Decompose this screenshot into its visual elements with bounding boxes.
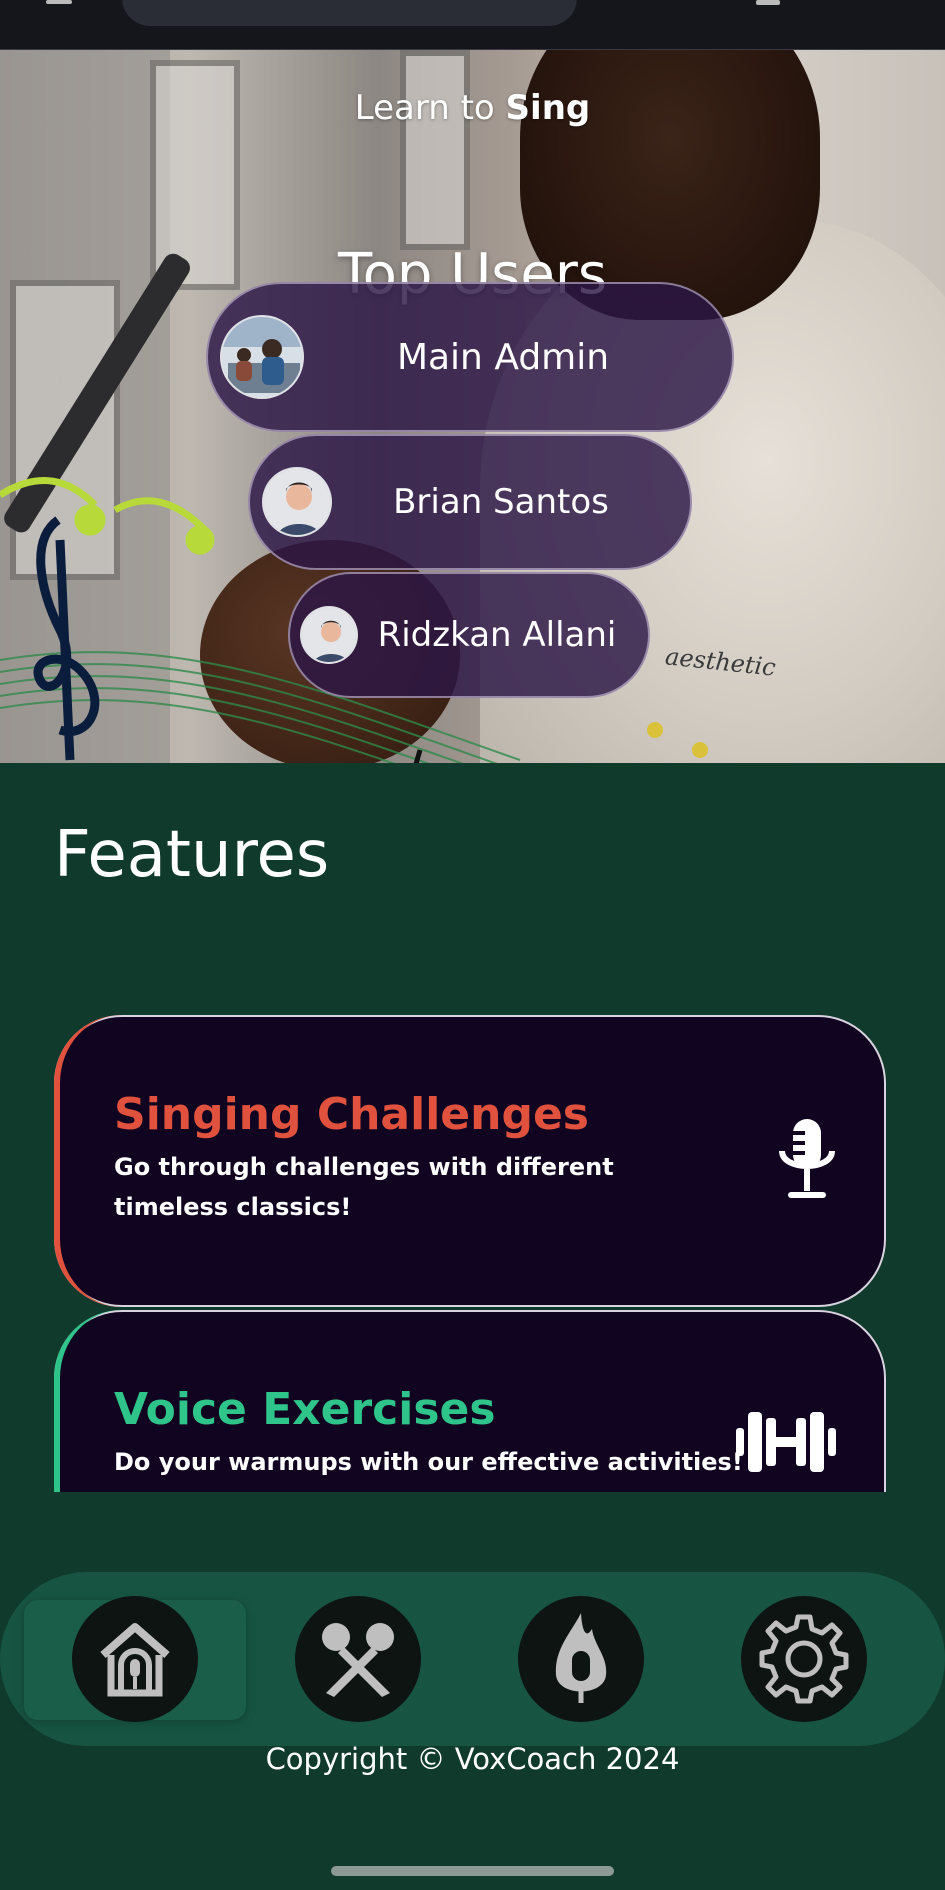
card-description: Go through challenges with different tim…: [114, 1153, 614, 1221]
menu-icon[interactable]: [46, 0, 72, 4]
hero-section: aesthetic Learn to Sing Top Users Main A…: [0, 50, 945, 763]
card-description: Do your warmups with our effective activ…: [114, 1448, 743, 1476]
dumbbell-icon: [736, 1406, 836, 1482]
features-title: Features: [54, 818, 330, 892]
browser-top-bar: [0, 0, 945, 50]
tagline-emphasis: Sing: [505, 88, 591, 128]
tagline: Learn to Sing: [0, 88, 945, 128]
home-icon: [100, 1623, 170, 1697]
avatar: [220, 315, 304, 399]
overflow-icon[interactable]: [756, 0, 780, 5]
features-list[interactable]: Singing Challenges Go through challenges…: [0, 1010, 945, 1492]
nav-perform-button[interactable]: [518, 1596, 644, 1722]
user-name: Main Admin: [396, 336, 610, 378]
feature-card-singing-challenges[interactable]: Singing Challenges Go through challenges…: [54, 1015, 886, 1307]
top-user-item[interactable]: Brian Santos: [248, 434, 692, 570]
top-user-item[interactable]: Ridzkan Allani: [288, 572, 650, 698]
avatar: [300, 606, 358, 664]
nav-home-button[interactable]: [72, 1596, 198, 1722]
card-title: Voice Exercises: [114, 1384, 496, 1435]
avatar: [262, 467, 332, 537]
top-user-item[interactable]: Main Admin: [206, 282, 734, 432]
address-bar[interactable]: [122, 0, 577, 26]
tagline-text: Learn to: [354, 88, 506, 128]
nav-settings-button[interactable]: [741, 1596, 867, 1722]
background-window: [400, 50, 470, 250]
gear-icon: [759, 1614, 849, 1704]
feature-card-voice-exercises[interactable]: Voice Exercises Do your warmups with our…: [54, 1310, 886, 1492]
copyright-text: Copyright © VoxCoach 2024: [265, 1742, 680, 1776]
nav-challenges-button[interactable]: [295, 1596, 421, 1722]
crossed-mics-icon: [322, 1623, 394, 1697]
user-name: Ridzkan Allani: [377, 615, 617, 655]
card-title: Singing Challenges: [114, 1089, 589, 1140]
flame-mic-icon: [555, 1613, 607, 1703]
microphone-icon: [778, 1117, 836, 1205]
bottom-navigation: [0, 1572, 945, 1746]
home-indicator[interactable]: [331, 1866, 614, 1876]
user-name: Brian Santos: [393, 482, 609, 522]
